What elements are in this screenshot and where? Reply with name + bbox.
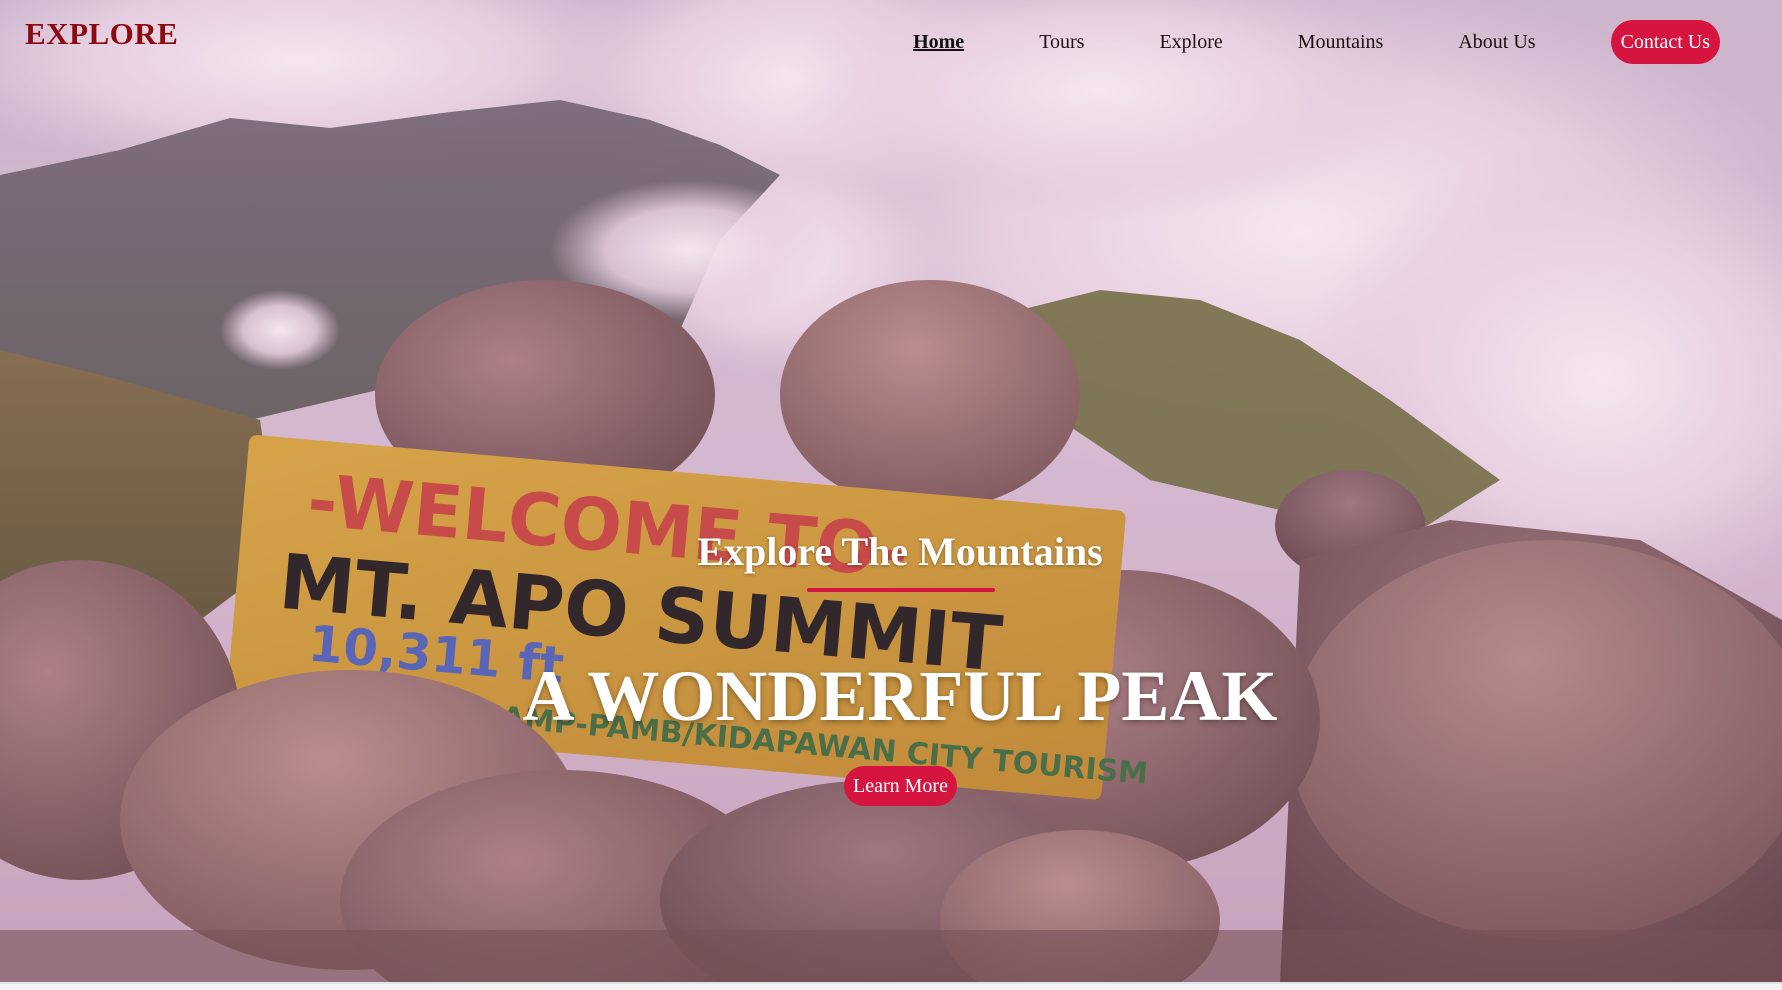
contact-us-button[interactable]: Contact Us — [1610, 20, 1720, 64]
nav-item-explore[interactable]: Explore — [1159, 31, 1222, 54]
hero-divider — [807, 588, 995, 592]
nav-item-about-us[interactable]: About Us — [1458, 31, 1535, 54]
hero-subtitle: Explore The Mountains — [697, 529, 1103, 574]
page-bottom-edge — [0, 982, 1782, 990]
hero-background-image: -WELCOME TO- MT. APO SUMMIT 10,311 ft DE… — [0, 0, 1782, 982]
brand-logo[interactable]: EXPLORE — [25, 16, 178, 52]
nav-item-mountains[interactable]: Mountains — [1298, 31, 1384, 54]
hero-section: -WELCOME TO- MT. APO SUMMIT 10,311 ft DE… — [0, 0, 1782, 982]
hero-title: A WONDERFUL PEAK — [522, 656, 1278, 736]
learn-more-button[interactable]: Learn More — [844, 766, 957, 806]
nav-item-tours[interactable]: Tours — [1039, 31, 1084, 54]
main-nav: Home Tours Explore Mountains About Us Co… — [838, 20, 1720, 64]
nav-item-home[interactable]: Home — [913, 31, 964, 54]
